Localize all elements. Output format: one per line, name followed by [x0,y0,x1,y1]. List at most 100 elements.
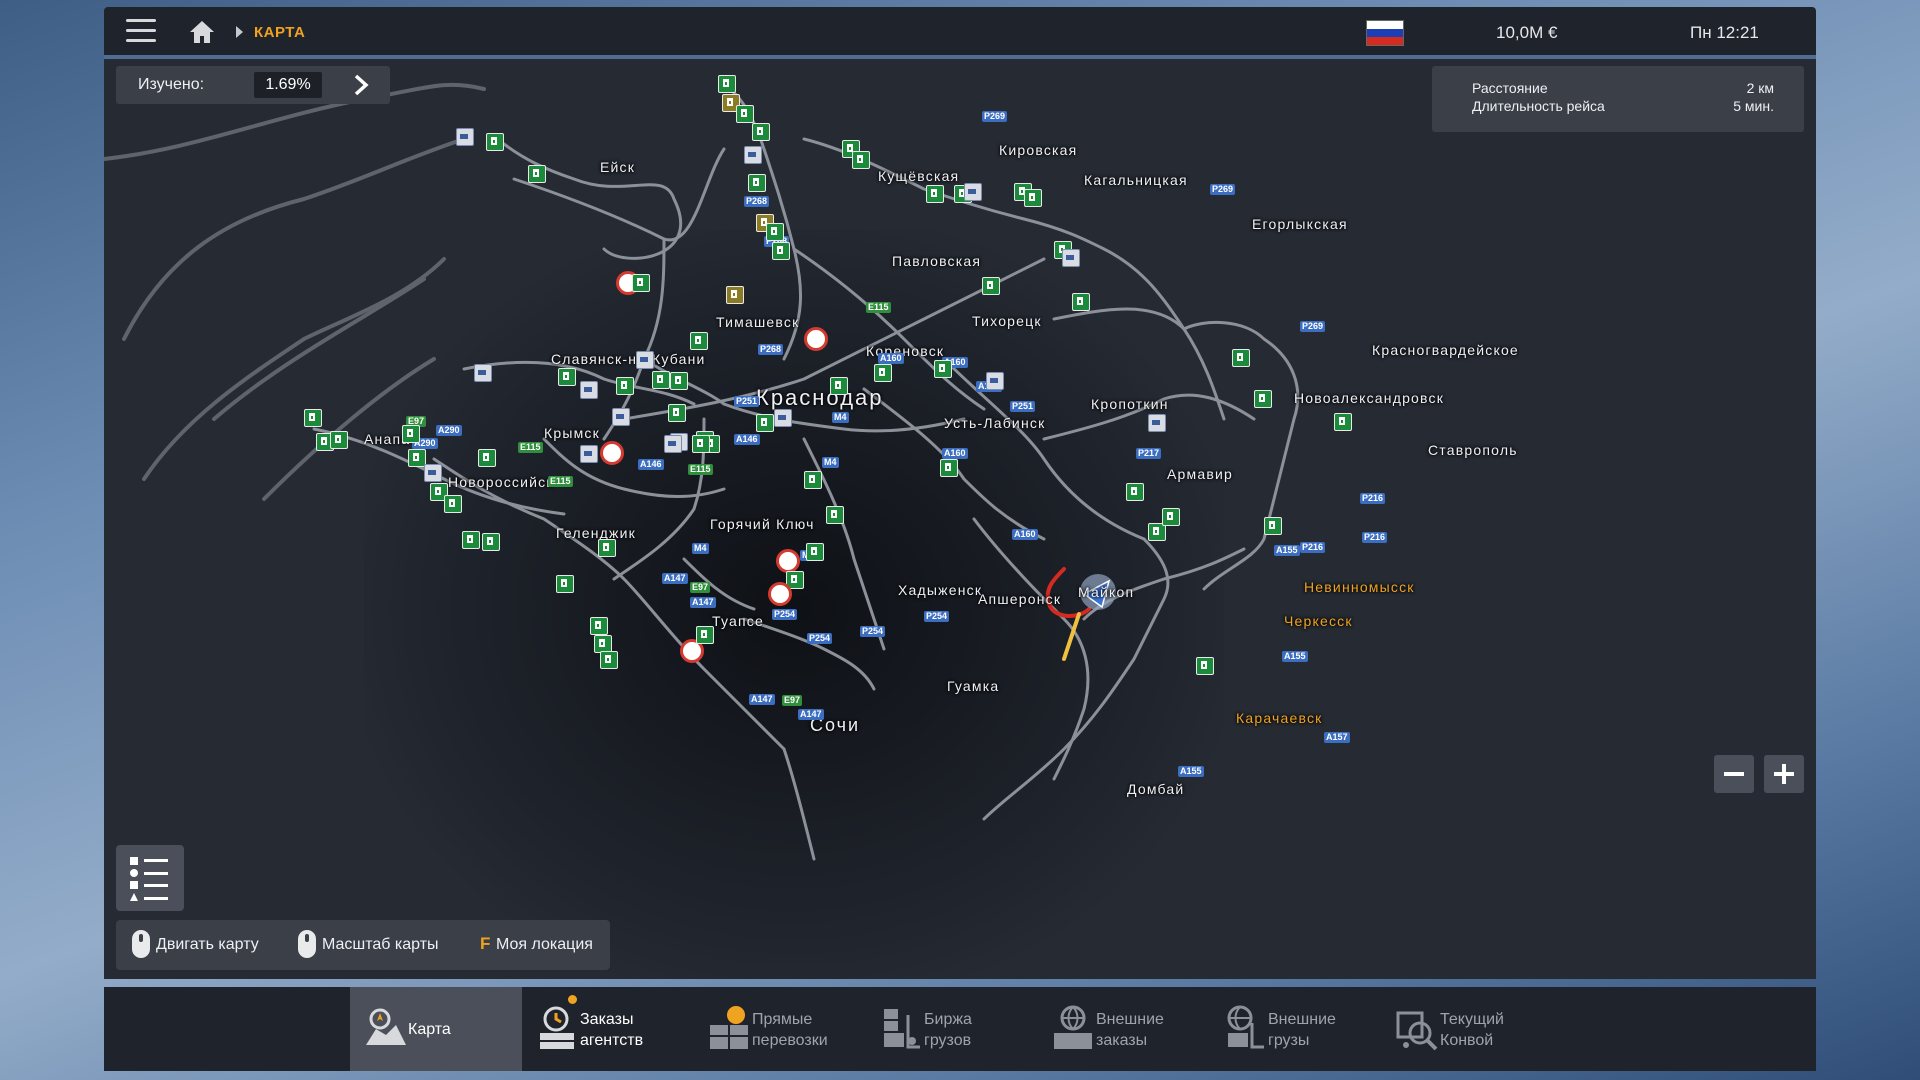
language-flag-icon[interactable] [1366,20,1404,46]
warning-icon[interactable] [768,582,792,606]
gas-station-icon[interactable] [806,543,824,561]
gas-station-icon[interactable] [1196,657,1214,675]
police-post-icon[interactable] [1062,249,1080,267]
gas-station-icon[interactable] [330,431,348,449]
gas-station-icon[interactable] [1254,390,1272,408]
city-label[interactable]: Невинномысск [1304,579,1415,595]
gas-station-icon[interactable] [772,242,790,260]
police-post-icon[interactable] [636,351,654,369]
gas-station-icon[interactable] [756,414,774,432]
gas-station-icon[interactable] [752,123,770,141]
gas-station-icon[interactable] [1024,189,1042,207]
zoom-in-button[interactable] [1764,755,1804,793]
breadcrumb[interactable]: КАРТА [254,24,305,41]
gas-station-icon[interactable] [478,449,496,467]
police-post-icon[interactable] [744,146,762,164]
gas-station-icon[interactable] [826,506,844,524]
city-label[interactable]: Егорлыкская [1252,216,1348,232]
gas-station-icon[interactable] [736,105,754,123]
city-label[interactable]: Новоалександровск [1294,390,1444,406]
city-label[interactable]: Кущёвская [878,168,959,184]
gas-station-icon[interactable] [718,75,736,93]
gas-station-icon[interactable] [600,651,618,669]
city-label[interactable]: Краснодар [756,385,884,411]
gas-station-icon[interactable] [486,133,504,151]
city-label[interactable]: Усть-Лабинск [944,415,1045,431]
city-label[interactable]: Хадыженск [898,582,982,598]
gas-station-icon[interactable] [934,360,952,378]
gas-station-icon[interactable] [1334,413,1352,431]
my-location-hint[interactable]: Моя локация [496,936,593,954]
gas-station-icon[interactable] [940,459,958,477]
city-label[interactable]: Гуамка [947,678,999,694]
police-post-icon[interactable] [474,364,492,382]
gas-station-icon[interactable] [462,531,480,549]
home-icon[interactable] [188,19,216,45]
tab-freight-market[interactable]: Биржа грузов [866,987,1038,1071]
city-label[interactable]: Туапсе [712,613,764,629]
chevron-right-icon[interactable] [350,74,372,96]
gas-station-icon[interactable] [590,617,608,635]
world-map[interactable]: Ейск Кущёвская Кировская Кагальницкая Ег… [104,59,1816,979]
police-post-icon[interactable] [612,408,630,426]
menu-icon[interactable] [126,19,156,43]
city-label[interactable]: Тимашевск [716,314,799,330]
ferry-icon[interactable] [726,286,744,304]
gas-station-icon[interactable] [444,495,462,513]
tab-agency-orders[interactable]: Заказы агентств [522,987,694,1071]
city-label[interactable]: Новороссийск [448,474,554,490]
gas-station-icon[interactable] [926,185,944,203]
city-label[interactable]: Павловская [892,253,981,269]
city-label[interactable]: Геленджик [556,525,636,541]
city-label[interactable]: Домбай [1127,781,1184,797]
warning-icon[interactable] [600,441,624,465]
city-label[interactable]: Черкесск [1284,613,1353,629]
police-post-icon[interactable] [424,464,442,482]
police-post-icon[interactable] [664,435,682,453]
police-post-icon[interactable] [456,128,474,146]
gas-station-icon[interactable] [696,626,714,644]
gas-station-icon[interactable] [482,533,500,551]
city-label[interactable]: Ставрополь [1428,442,1518,458]
warning-icon[interactable] [804,327,828,351]
gas-station-icon[interactable] [558,368,576,386]
gas-station-icon[interactable] [804,471,822,489]
city-label[interactable]: Славянск-на-Кубани [551,351,706,367]
police-post-icon[interactable] [774,409,792,427]
gas-station-icon[interactable] [982,277,1000,295]
gas-station-icon[interactable] [1264,517,1282,535]
tab-direct-transport[interactable]: Прямые перевозки [694,987,866,1071]
police-post-icon[interactable] [964,183,982,201]
tab-map[interactable]: Карта [350,987,522,1071]
gas-station-icon[interactable] [528,165,546,183]
city-label[interactable]: Кировская [999,142,1077,158]
city-label[interactable]: Крымск [544,425,600,441]
city-label[interactable]: Ейск [600,159,635,175]
police-post-icon[interactable] [1148,414,1166,432]
tab-external-cargo[interactable]: Внешние грузы [1210,987,1382,1071]
city-label[interactable]: Майкоп [1078,584,1134,600]
gas-station-icon[interactable] [616,377,634,395]
gas-station-icon[interactable] [652,371,670,389]
gas-station-icon[interactable] [692,435,710,453]
gas-station-icon[interactable] [1162,508,1180,526]
gas-station-icon[interactable] [632,274,650,292]
city-label[interactable]: Апшеронск [978,591,1061,607]
gas-station-icon[interactable] [852,151,870,169]
gas-station-icon[interactable] [556,575,574,593]
warning-icon[interactable] [776,549,800,573]
city-label[interactable]: Красногвардейское [1372,342,1519,358]
tab-external-orders[interactable]: Внешние заказы [1038,987,1210,1071]
police-post-icon[interactable] [580,445,598,463]
gas-station-icon[interactable] [748,174,766,192]
gas-station-icon[interactable] [690,332,708,350]
gas-station-icon[interactable] [402,425,420,443]
zoom-out-button[interactable] [1714,755,1754,793]
gas-station-icon[interactable] [670,372,688,390]
city-label[interactable]: Горячий Ключ [710,516,815,532]
police-post-icon[interactable] [986,372,1004,390]
city-label[interactable]: Карачаевск [1236,710,1322,726]
city-label[interactable]: Кропоткин [1091,396,1169,412]
police-post-icon[interactable] [580,381,598,399]
city-label[interactable]: Кагальницкая [1084,172,1188,188]
